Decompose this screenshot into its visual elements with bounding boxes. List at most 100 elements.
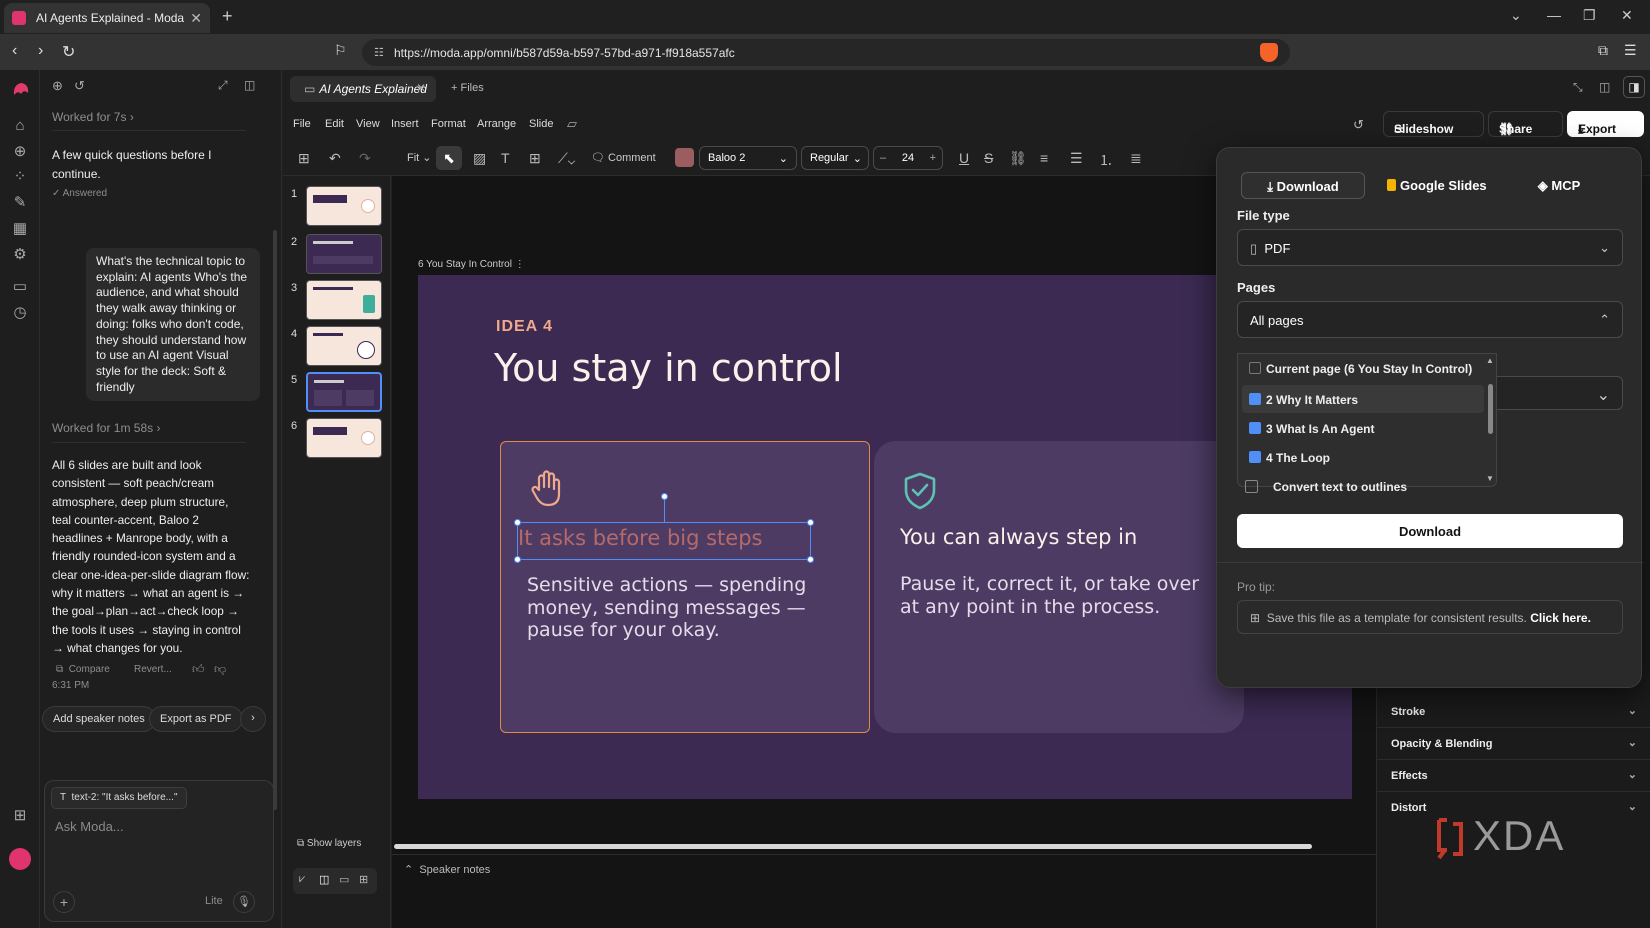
resize-handle[interactable] — [807, 519, 814, 526]
canvas-horizontal-scrollbar[interactable] — [394, 844, 1312, 849]
components-tool-icon[interactable]: ⊞ — [529, 150, 541, 167]
slide-frame-label[interactable]: 6 You Stay In Control ⋮ — [418, 259, 525, 270]
effects-section[interactable]: Effects ⌄ — [1377, 760, 1650, 792]
bookmark-icon[interactable]: ⚐ — [334, 42, 347, 59]
close-window-icon[interactable]: ✕ — [1621, 7, 1633, 24]
stroke-section[interactable]: Stroke ⌄ — [1377, 696, 1650, 728]
chat-input[interactable]: Ask Moda... — [55, 819, 124, 834]
mcp-tab[interactable]: ◈ MCP — [1509, 172, 1609, 199]
pages-list-scrollbar[interactable] — [1488, 384, 1493, 434]
hidden-select[interactable]: ⌄ — [1483, 376, 1623, 410]
line-tool-icon[interactable]: ⟋⌄ — [558, 150, 575, 167]
undo-icon[interactable]: ↶ — [329, 150, 341, 167]
font-size-stepper[interactable]: –24 + — [873, 146, 943, 170]
card-step-in[interactable]: You can always step in Pause it, correct… — [874, 441, 1244, 733]
text-color-swatch[interactable] — [675, 148, 694, 167]
chat-input-box[interactable]: T text-2: "It asks before..." Ask Moda..… — [44, 780, 274, 922]
expand-icon[interactable]: ⤢ — [218, 78, 228, 93]
collapse-thumbnails-icon[interactable]: ⩗ — [299, 873, 305, 886]
export-as-pdf-chip[interactable]: Export as PDF — [149, 706, 243, 732]
download-tab[interactable]: ⤓ Download — [1241, 172, 1365, 199]
add-speaker-notes-chip[interactable]: Add speaker notes — [42, 706, 156, 732]
restore-icon[interactable]: ❐ — [1583, 7, 1596, 24]
image-tool-icon[interactable]: ▨ — [473, 150, 486, 167]
more-chips-icon[interactable]: › — [240, 706, 266, 732]
select-tool-icon[interactable]: ⬉ — [436, 146, 462, 170]
chat-history-icon[interactable]: ↺ — [74, 78, 85, 94]
checkbox[interactable] — [1249, 362, 1261, 374]
home-icon[interactable]: ⌂ — [11, 117, 29, 135]
slide-thumbnail-4[interactable] — [306, 326, 382, 366]
comment-button[interactable]: 🗨︎ Comment — [591, 151, 656, 164]
page-option-2[interactable]: 2 Why It Matters — [1242, 385, 1484, 413]
numbered-list-icon[interactable]: ⒈ — [1099, 150, 1113, 170]
menu-view[interactable]: View — [356, 118, 380, 130]
new-tab-button[interactable]: + — [222, 6, 233, 27]
reload-icon[interactable]: ↻ — [62, 42, 75, 62]
collapse-panel-icon[interactable]: ◫ — [244, 78, 255, 92]
checkbox-checked[interactable] — [1249, 451, 1261, 463]
slideshow-button[interactable]: ▭ Slideshow — [1383, 111, 1484, 137]
slide-eyebrow[interactable]: IDEA 4 — [496, 318, 553, 336]
align-left-icon[interactable]: ≡ — [1040, 150, 1048, 166]
menu-slide[interactable]: Slide — [529, 118, 553, 130]
tab-list-chevron-icon[interactable]: ⌄ — [1510, 7, 1522, 24]
slide-thumbnail-5[interactable] — [306, 372, 382, 412]
slide-thumbnail-2[interactable] — [306, 234, 382, 274]
resize-handle[interactable] — [807, 556, 814, 563]
folder-icon[interactable]: ▭ — [11, 278, 29, 296]
grid-view-icon[interactable]: ⊞ — [359, 873, 368, 886]
extensions-icon[interactable]: ⧉ — [1598, 42, 1608, 59]
slide-title[interactable]: You stay in control — [494, 346, 843, 390]
properties-panel-icon[interactable]: ◨ — [1623, 76, 1645, 98]
brand-kit-icon[interactable]: ✎ — [11, 194, 29, 212]
address-bar[interactable]: ☷ https://moda.app/omni/b587d59a-b597-57… — [362, 39, 1290, 66]
share-button[interactable]: ⛓︎ Share — [1488, 111, 1563, 137]
user-avatar[interactable] — [9, 848, 31, 870]
export-button[interactable]: ⤓ Export — [1567, 111, 1644, 137]
scroll-up-icon[interactable]: ▲ — [1486, 356, 1494, 365]
minimize-icon[interactable]: — — [1547, 7, 1561, 23]
font-family-dropdown[interactable]: Baloo 2 ⌄ — [699, 146, 797, 170]
strikethrough-icon[interactable]: S — [984, 150, 993, 166]
moda-logo-icon[interactable] — [11, 80, 29, 98]
resize-handle[interactable] — [514, 519, 521, 526]
thumbs-down-icon[interactable]: 👎︎ — [214, 662, 226, 677]
opacity-blending-section[interactable]: Opacity & Blending ⌄ — [1377, 728, 1650, 760]
card2-body[interactable]: Pause it, correct it, or take over at an… — [900, 573, 1220, 618]
minimize-panel-icon[interactable]: ⤡ — [1573, 80, 1583, 95]
page-option-current[interactable]: Current page (6 You Stay In Control) — [1242, 354, 1484, 382]
slide-thumbnail-3[interactable] — [306, 280, 382, 320]
history-icon[interactable]: ◷ — [11, 304, 29, 322]
filmstrip-view-icon[interactable]: ▭ — [339, 873, 349, 886]
menu-edit[interactable]: Edit — [325, 118, 344, 130]
thumbs-up-icon[interactable]: 👍︎ — [192, 662, 205, 677]
apps-icon[interactable]: ⁘ — [11, 168, 29, 186]
file-type-select[interactable]: ▯ PDF ⌄ — [1237, 229, 1623, 266]
card1-title[interactable]: It asks before big steps — [518, 526, 762, 550]
folder-icon[interactable]: ▱ — [567, 116, 577, 132]
slide-thumbnail-6[interactable] — [306, 418, 382, 458]
page-option-4[interactable]: 4 The Loop — [1242, 443, 1484, 471]
checkbox-checked[interactable] — [1249, 393, 1261, 405]
slide-you-stay-in-control[interactable]: IDEA 4 You stay in control It asks befor… — [418, 275, 1352, 799]
attach-icon[interactable]: + — [53, 891, 75, 913]
card1-body[interactable]: Sensitive actions — spending money, send… — [527, 574, 827, 642]
calendar-icon[interactable]: ▦ — [11, 220, 29, 238]
tab-ai-agents-explained[interactable]: ▭ AI Agents Explained ✕ — [290, 76, 436, 102]
bullet-list-icon[interactable]: ☰ — [1070, 150, 1083, 167]
tab-files[interactable]: + Files — [451, 82, 484, 94]
microphone-icon[interactable]: 🎙︎ — [233, 891, 255, 913]
add-icon[interactable]: ⊕ — [11, 143, 29, 161]
resize-handle[interactable] — [514, 556, 521, 563]
scroll-down-icon[interactable]: ▼ — [1486, 474, 1494, 483]
pro-tip-link[interactable]: Click here. — [1530, 611, 1591, 625]
slide-thumbnail-1[interactable] — [306, 186, 382, 226]
browser-tab[interactable]: AI Agents Explained - Moda ✕ — [4, 3, 210, 33]
chat-scrollbar[interactable] — [273, 230, 277, 810]
rotate-handle[interactable] — [661, 493, 668, 500]
compare-button[interactable]: ⧉ Compare — [56, 664, 110, 675]
revert-button[interactable]: Revert... — [134, 664, 172, 675]
split-view-icon[interactable]: ◫ — [1599, 80, 1610, 94]
page-option-3[interactable]: 3 What Is An Agent — [1242, 414, 1484, 442]
